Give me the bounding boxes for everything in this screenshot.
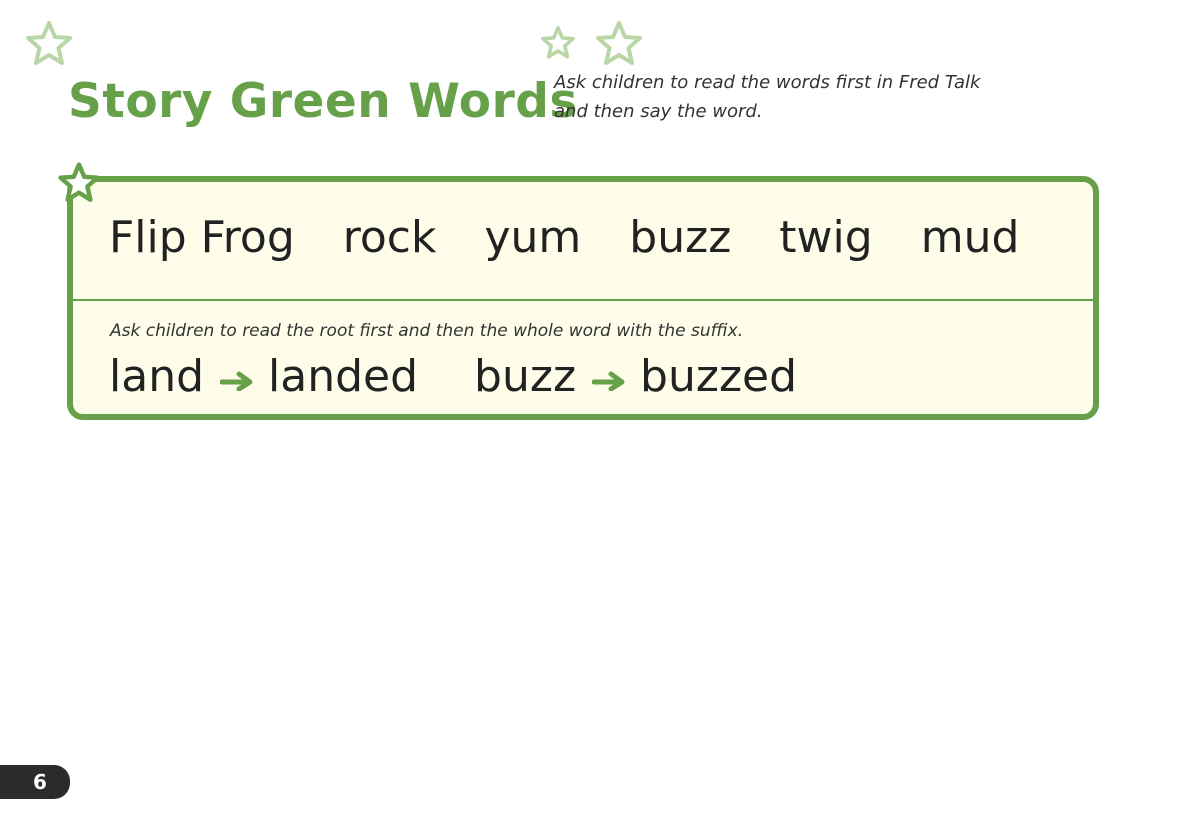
green-word: rock (342, 212, 437, 263)
green-word: yum (484, 212, 582, 263)
star-icon (58, 162, 100, 202)
green-word: Flip Frog (109, 212, 295, 263)
suffix-instruction: Ask children to read the root first and … (110, 321, 744, 341)
star-outline-icon (541, 26, 575, 59)
green-word: buzz (629, 212, 732, 263)
suffixed-word: buzzed (640, 351, 798, 402)
suffixed-word: landed (268, 351, 419, 402)
page-number: 6 (0, 765, 70, 799)
right-arrow-icon (220, 371, 253, 391)
green-word: twig (779, 212, 873, 263)
suffix-pair: buzz buzzed (474, 347, 797, 407)
green-words-row: Flip Frog rock yum buzz twig mud (109, 208, 1067, 268)
green-word: mud (920, 212, 1020, 263)
section-divider (73, 299, 1093, 301)
green-words-box: Flip Frog rock yum buzz twig mud Ask chi… (67, 176, 1099, 420)
suffix-words-row: land landed buzz buzzed (109, 347, 853, 407)
fred-talk-instruction: Ask children to read the words first in … (554, 72, 981, 122)
right-arrow-icon (592, 371, 625, 391)
root-word: land (109, 351, 205, 402)
page-title: Story Green Words (68, 74, 578, 129)
star-outline-icon (596, 21, 642, 65)
star-outline-icon (26, 21, 72, 65)
root-word: buzz (474, 351, 577, 402)
suffix-pair: land landed (109, 347, 418, 407)
